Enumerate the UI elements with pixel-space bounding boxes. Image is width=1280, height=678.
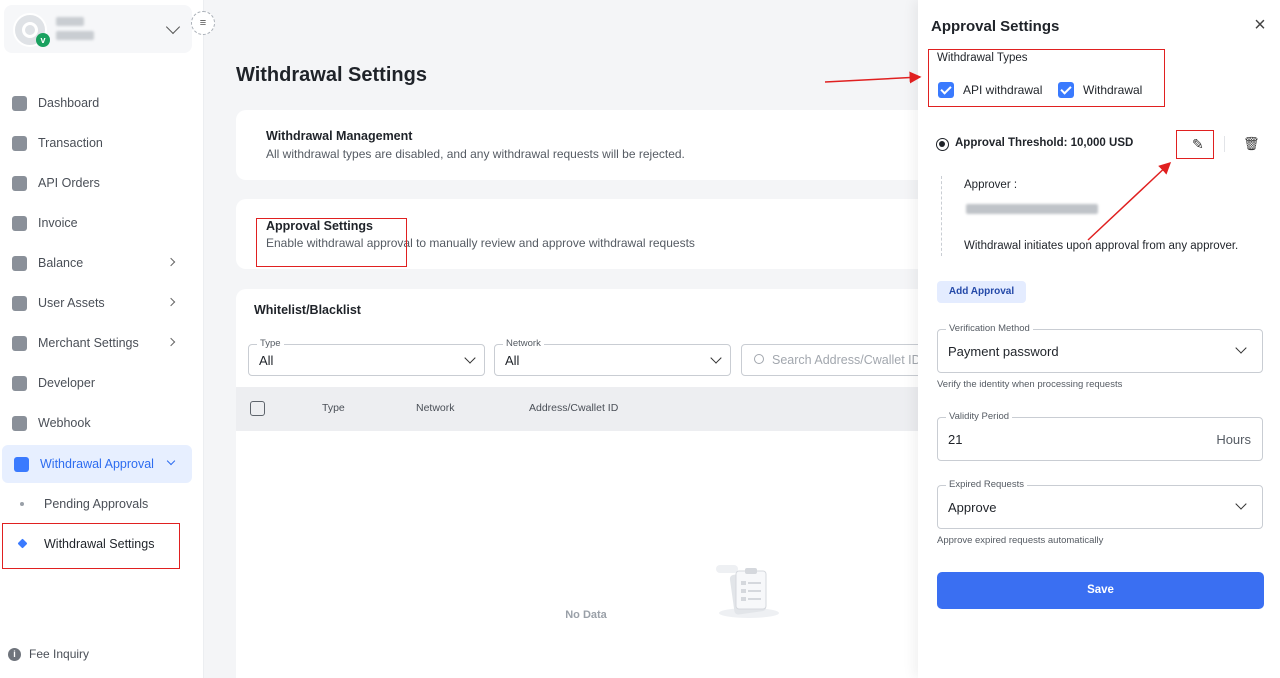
sidebar-item-user-assets[interactable]: User Assets (0, 284, 192, 322)
network-select[interactable]: Network All (494, 338, 731, 376)
balance-icon (12, 255, 27, 271)
withdrawal-management-card[interactable]: Withdrawal Management All withdrawal typ… (236, 110, 936, 180)
sidebar-item-dashboard[interactable]: Dashboard (0, 84, 192, 122)
close-icon[interactable]: × (1250, 15, 1270, 36)
chevron-right-icon (166, 297, 176, 307)
withdrawal-approval-icon (14, 456, 29, 472)
account-name-blurred (56, 17, 84, 26)
sidebar-item-invoice[interactable]: Invoice (0, 204, 192, 242)
approver-blurred (966, 204, 1098, 214)
chevron-down-icon (1235, 342, 1247, 354)
api-withdrawal-checkbox[interactable]: API withdrawal (938, 82, 1042, 98)
search-input[interactable]: Search Address/Cwallet ID (741, 344, 941, 376)
add-approval-button[interactable]: Add Approval (937, 281, 1026, 303)
merchant-settings-icon (12, 335, 27, 351)
validity-period-input[interactable]: Validity Period 21 Hours (937, 411, 1263, 461)
developer-icon (12, 375, 27, 391)
save-button[interactable]: Save (937, 572, 1264, 609)
column-header-network: Network (416, 402, 455, 414)
page-title: Withdrawal Settings (236, 64, 427, 86)
api-orders-icon (12, 175, 27, 191)
transaction-icon (12, 135, 27, 151)
checkbox-checked-icon (1058, 82, 1074, 98)
threshold-radio[interactable] (936, 138, 949, 151)
search-icon (754, 354, 764, 364)
fee-inquiry-link[interactable]: i Fee Inquiry (8, 647, 89, 661)
select-all-checkbox[interactable] (250, 401, 265, 416)
table-header: Type Network Address/Cwallet ID (236, 387, 936, 431)
approval-settings-drawer: Approval Settings × Withdrawal Types API… (918, 0, 1280, 678)
verification-hint: Verify the identity when processing requ… (937, 379, 1123, 390)
expired-requests-select[interactable]: Expired Requests Approve (937, 479, 1263, 529)
empty-state-text: No Data (565, 609, 607, 621)
chevron-down-icon (710, 352, 722, 364)
verified-badge-icon: v (36, 33, 50, 47)
type-select[interactable]: Type All (248, 338, 485, 376)
edit-icon[interactable]: ✎ (1192, 136, 1204, 153)
delete-icon[interactable]: 🗑 (1243, 136, 1260, 152)
chevron-right-icon (166, 337, 176, 347)
checkbox-checked-icon (938, 82, 954, 98)
card-title: Approval Settings (266, 219, 373, 233)
account-id-blurred (56, 31, 94, 40)
divider (1224, 136, 1225, 152)
sidebar-item-withdrawal-approval[interactable]: Withdrawal Approval (2, 445, 192, 483)
chevron-right-icon (166, 257, 176, 267)
chevron-down-icon (464, 352, 476, 364)
user-assets-icon (12, 295, 27, 311)
approver-divider (941, 176, 942, 256)
webhook-icon (12, 415, 27, 431)
sidebar-subitem-withdrawal-settings[interactable]: Withdrawal Settings (0, 527, 192, 561)
bullet-icon (20, 502, 24, 506)
chevron-down-icon (1235, 498, 1247, 510)
approval-threshold: Approval Threshold: 10,000 USD (955, 137, 1134, 149)
whitelist-blacklist-card: Whitelist/Blacklist Type All Network All… (236, 289, 941, 678)
sidebar-item-developer[interactable]: Developer (0, 364, 192, 402)
chevron-down-icon (165, 19, 181, 35)
sidebar: v Dashboard Transaction API Orders Invoi… (0, 0, 204, 678)
sidebar-item-webhook[interactable]: Webhook (0, 404, 192, 442)
sidebar-subitem-pending-approvals[interactable]: Pending Approvals (0, 487, 192, 521)
card-title: Withdrawal Management (266, 129, 413, 143)
approver-label: Approver : (964, 179, 1018, 191)
approver-description: Withdrawal initiates upon approval from … (964, 240, 1239, 252)
invoice-icon (12, 215, 27, 231)
section-title: Whitelist/Blacklist (254, 303, 361, 317)
withdrawal-checkbox[interactable]: Withdrawal (1058, 82, 1142, 98)
expired-hint: Approve expired requests automatically (937, 535, 1104, 546)
card-description: All withdrawal types are disabled, and a… (266, 147, 685, 161)
column-header-type: Type (322, 402, 345, 414)
drawer-title: Approval Settings (931, 18, 1060, 35)
card-description: Enable withdrawal approval to manually r… (266, 236, 695, 250)
column-header-address: Address/Cwallet ID (529, 402, 619, 414)
sidebar-item-api-orders[interactable]: API Orders (0, 164, 192, 202)
chevron-down-icon (166, 456, 176, 466)
collapse-sidebar-button[interactable]: ≡ (191, 11, 215, 35)
sidebar-item-transaction[interactable]: Transaction (0, 124, 192, 162)
sidebar-item-merchant-settings[interactable]: Merchant Settings (0, 324, 192, 362)
verification-method-select[interactable]: Verification Method Payment password (937, 323, 1263, 373)
dashboard-icon (12, 95, 27, 111)
sidebar-item-balance[interactable]: Balance (0, 244, 192, 282)
active-bullet-icon (17, 538, 28, 549)
info-icon: i (8, 647, 21, 661)
annotation-arrow (824, 71, 922, 84)
approval-settings-card[interactable]: Approval Settings Enable withdrawal appr… (236, 199, 936, 269)
withdrawal-types-label: Withdrawal Types (937, 52, 1028, 64)
account-switcher[interactable]: v (4, 5, 192, 53)
